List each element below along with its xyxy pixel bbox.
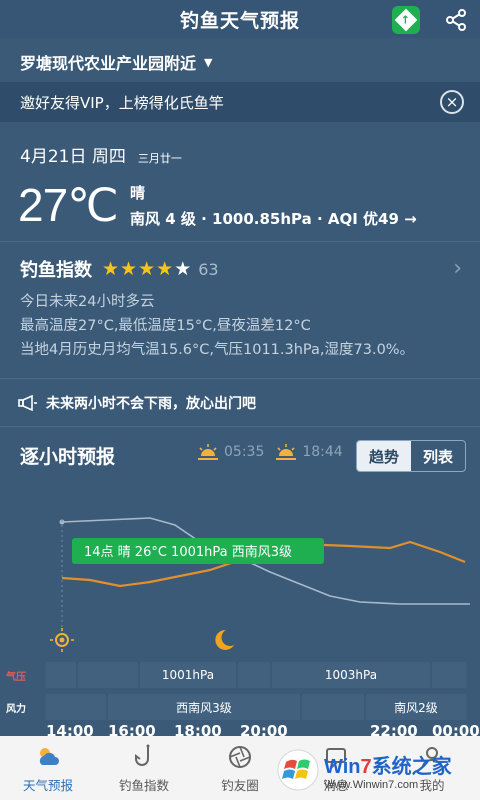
list-tab[interactable]: 列表 — [411, 441, 465, 471]
hourly-title: 逐小时预报 — [20, 445, 116, 468]
sun-icon — [50, 628, 74, 652]
pressure-row: 气压 1001hPa 1003hPa — [0, 662, 480, 690]
notice-text: 未来两小时不会下雨，放心出门吧 — [46, 396, 256, 412]
pressure-cell — [432, 662, 466, 688]
windows-logo-icon — [277, 749, 319, 791]
divider — [0, 241, 480, 242]
hourly-header: 逐小时预报 05:35 18:44 趋势 列表 — [0, 432, 480, 478]
time-label: 16:00 — [108, 722, 156, 736]
app-bar: 钓鱼天气预报 ↑ — [0, 0, 480, 38]
rain-notice: 未来两小时不会下雨，放心出门吧 — [0, 384, 480, 422]
trend-tab[interactable]: 趋势 — [357, 441, 411, 471]
divider — [0, 378, 480, 379]
view-toggle: 趋势 列表 — [356, 440, 466, 472]
wind-cell: 西南风3级 — [108, 694, 300, 720]
fishing-line-2: 最高温度27°C,最低温度15°C,昼夜温差12°C — [20, 318, 311, 334]
location-name: 罗塘现代农业产业园附近 — [20, 54, 197, 73]
fishing-score: 63 — [198, 259, 219, 279]
time-axis: 14:00 16:00 18:00 20:00 22:00 00:00 — [0, 722, 480, 736]
pressure-cell: 1001hPa — [140, 662, 236, 688]
weather-detail[interactable]: 南风 4 级 · 1000.85hPa · AQI 优49 → — [130, 208, 417, 229]
wind-cell: 南风2级 — [366, 694, 466, 720]
fishhook-icon — [135, 744, 150, 766]
time-label: 00:00 — [432, 722, 480, 736]
current-condition: 晴 — [130, 184, 146, 202]
fishing-index-title: 钓鱼指数 — [20, 260, 92, 281]
fishing-line-1: 今日未来24小时多云 — [20, 294, 155, 310]
pressure-value: 1001hPa — [161, 668, 215, 682]
fishing-line-3: 当地4月历史月均气温15.6°C,气压1011.3hPa,湿度73.0%。 — [20, 342, 415, 358]
watermark: Win7系统之家 Www.Winwin7.com — [276, 742, 476, 798]
hourly-trend-chart[interactable]: 14点 晴 26°C 1001hPa 西南风3级 — [0, 480, 480, 660]
caret-down-icon: ▼ — [204, 55, 213, 69]
pressure-cell: 1003hPa — [272, 662, 430, 688]
wind-cell — [302, 694, 364, 720]
wind-value: 南风2级 — [394, 700, 438, 715]
time-label: 20:00 — [240, 722, 288, 736]
tooltip-text: 14点 晴 26°C 1001hPa 西南风3级 — [84, 544, 292, 560]
star-icon: ★ — [174, 257, 192, 280]
sunrise-icon — [198, 444, 218, 460]
lunar-date: 三月廿一 — [137, 152, 182, 165]
watermark-title: Win7系统之家 — [324, 755, 452, 778]
wind-cell — [46, 694, 106, 720]
time-label: 14:00 — [46, 722, 94, 736]
app-title: 钓鱼天气预报 — [179, 9, 300, 32]
pressure-cell — [78, 662, 138, 688]
sunset-icon — [276, 444, 297, 460]
banner-text: 邀好友得VIP，上榜得化氏鱼竿 — [20, 93, 224, 112]
close-icon[interactable]: × — [440, 90, 464, 114]
nav-label: 天气预报 — [22, 777, 73, 793]
star-icon: ★ — [102, 257, 120, 280]
rating-stars: ★ ★ ★ ★ ★ — [102, 257, 192, 280]
wind-label: 风力 — [6, 704, 26, 715]
divider — [0, 426, 480, 427]
nav-weather[interactable]: 天气预报 — [0, 736, 96, 800]
star-icon: ★ — [138, 257, 156, 280]
chevron-right-icon: › — [453, 256, 462, 281]
vip-diamond-icon: ↑ — [394, 8, 418, 32]
moon-icon — [215, 629, 234, 650]
wind-row: 风力 西南风3级 南风2级 — [0, 694, 480, 722]
nav-label: 钓友圈 — [221, 777, 259, 793]
time-label: 18:00 — [174, 722, 222, 736]
vip-button[interactable]: ↑ — [392, 6, 420, 34]
current-weather[interactable]: 4月21日 周四 三月廿一 27℃ 晴 南风 4 级 · 1000.85hPa … — [0, 130, 480, 240]
nav-fishing-index[interactable]: 钓鱼指数 — [96, 736, 192, 800]
nav-label: 钓鱼指数 — [118, 777, 169, 793]
time-label: 22:00 — [370, 722, 418, 736]
wind-value: 西南风3级 — [176, 700, 232, 715]
location-selector[interactable]: 罗塘现代农业产业园附近 ▼ — [0, 44, 480, 80]
nav-anglers-circle[interactable]: 钓友圈 — [192, 736, 288, 800]
current-temperature: 27℃ — [18, 179, 119, 231]
sunset-time: 18:44 — [302, 444, 343, 460]
watermark-url: Www.Winwin7.com — [324, 778, 419, 791]
fishing-index-card[interactable]: 钓鱼指数 ★ ★ ★ ★ ★ 63 › 今日未来24小时多云 最高温度27°C,最低温度… — [0, 244, 480, 374]
weather-icon — [39, 747, 59, 765]
star-icon: ★ — [156, 257, 174, 280]
date-label: 4月21日 周四 — [20, 147, 126, 167]
pressure-cell — [238, 662, 270, 688]
megaphone-icon — [18, 395, 37, 411]
share-icon[interactable] — [444, 8, 468, 32]
pressure-value: 1003hPa — [324, 668, 378, 682]
vip-banner[interactable]: 邀好友得VIP，上榜得化氏鱼竿 × — [0, 82, 480, 122]
pressure-cell — [46, 662, 76, 688]
pressure-label: 气压 — [6, 672, 26, 683]
star-icon: ★ — [120, 257, 138, 280]
aperture-icon — [229, 745, 251, 768]
sunrise-time: 05:35 — [224, 444, 265, 460]
